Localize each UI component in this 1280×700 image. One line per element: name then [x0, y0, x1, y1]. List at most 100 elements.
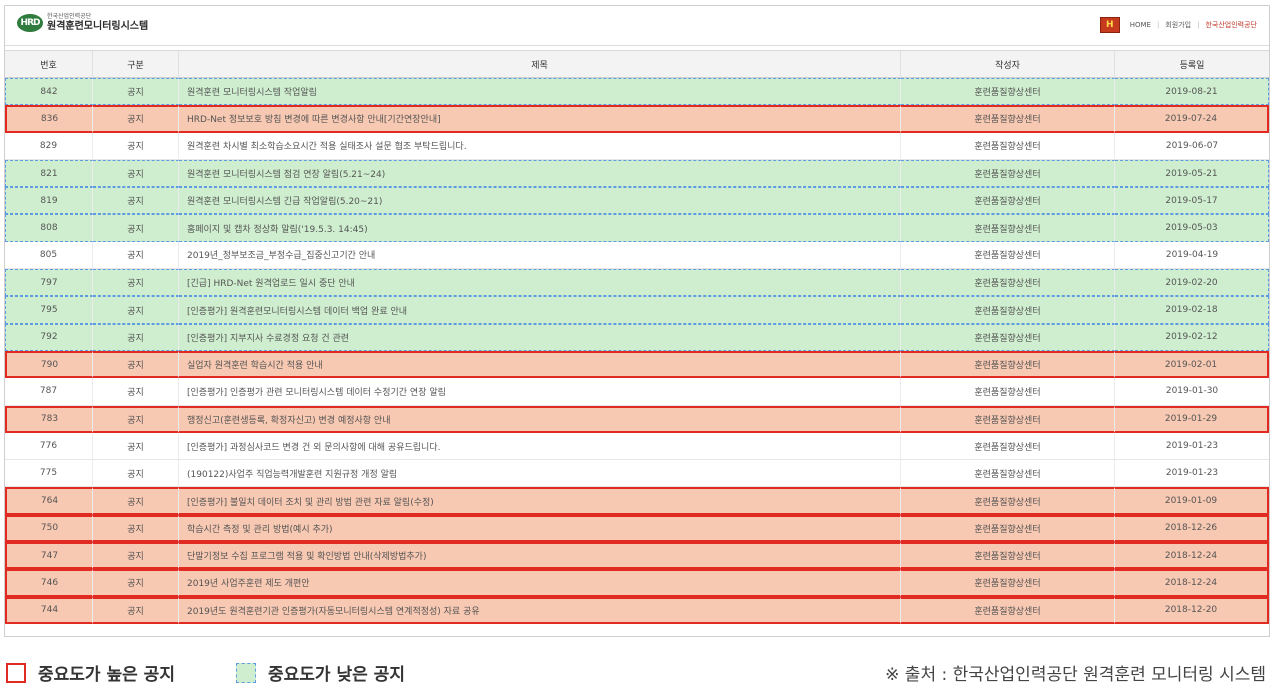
notice-table-body: 842 공지 원격훈련 모니터링시스템 작업알림 훈련품질향상센터 2019-08-21…: [5, 78, 1269, 624]
cell-date: 2019-05-03: [1115, 214, 1269, 242]
screenshot-frame: HRD 한국산업인력공단 원격훈련모니터링시스템 H HOME | 회원가입 |…: [4, 5, 1270, 637]
cell-title[interactable]: 원격훈련 모니터링시스템 작업알림: [179, 78, 901, 106]
cell-number: 795: [5, 296, 93, 324]
column-header-title[interactable]: 제목: [179, 50, 901, 78]
cell-date: 2019-02-20: [1115, 269, 1269, 297]
column-header-author[interactable]: 작성자: [901, 50, 1115, 78]
cell-author: 훈련품질향상센터: [901, 105, 1115, 133]
cell-date: 2019-05-17: [1115, 187, 1269, 215]
table-row[interactable]: 821 공지 원격훈련 모니터링시스템 점검 연장 알림(5.21~24) 훈련품질향…: [5, 159, 1269, 188]
cell-title[interactable]: [인증평가] 지부지사 수료경정 요청 건 관련: [179, 323, 901, 351]
cell-date: 2019-02-12: [1115, 323, 1269, 351]
table-row[interactable]: 792 공지 [인증평가] 지부지사 수료경정 요청 건 관련 훈련품질향상센터 201…: [5, 323, 1269, 351]
table-row[interactable]: 776 공지 [인증평가] 과정심사코드 변경 건 외 문의사항에 대해 공유드립니…: [5, 432, 1269, 461]
cell-title[interactable]: 원격훈련 모니터링시스템 점검 연장 알림(5.21~24): [179, 159, 901, 188]
hrd-badge-icon[interactable]: H: [1099, 17, 1120, 33]
table-header-row: 번호 구분 제목 작성자 등록일: [5, 50, 1269, 78]
table-row[interactable]: 797 공지 [긴급] HRD-Net 원격업로드 일시 중단 안내 훈련품질향상센터…: [5, 269, 1269, 297]
cell-title[interactable]: 2019년 사업주훈련 제도 개편안: [179, 569, 901, 597]
notice-table: 번호 구분 제목 작성자 등록일 842 공지 원격훈련 모니터링시스템 작업알림 훈…: [5, 50, 1269, 624]
cell-author: 훈련품질향상센터: [901, 269, 1115, 297]
cell-title[interactable]: [인증평가] 불일치 데이터 조치 및 관리 방법 관련 자료 알림(수정): [179, 487, 901, 515]
cell-title[interactable]: 2019년_정부보조금_부정수급_집중신고기간 안내: [179, 241, 901, 270]
cell-number: 819: [5, 187, 93, 215]
cell-type: 공지: [93, 105, 179, 133]
home-link[interactable]: HOME: [1130, 21, 1151, 29]
cell-type: 공지: [93, 214, 179, 242]
source-note: ※ 출처 : 한국산업인력공단 원격훈련 모니터링 시스템: [885, 665, 1266, 685]
cell-title[interactable]: [긴급] HRD-Net 원격업로드 일시 중단 안내: [179, 269, 901, 297]
table-row[interactable]: 842 공지 원격훈련 모니터링시스템 작업알림 훈련품질향상센터 2019-08-21: [5, 78, 1269, 106]
cell-title[interactable]: 행정신고(훈련생등록, 확정자신고) 변경 예정사항 안내: [179, 405, 901, 433]
logo-mark-icon: HRD: [17, 14, 43, 32]
column-header-number[interactable]: 번호: [5, 50, 93, 78]
cell-author: 훈련품질향상센터: [901, 596, 1115, 624]
top-links: H HOME | 회원가입 | 한국산업인력공단: [1099, 17, 1257, 33]
table-row[interactable]: 829 공지 원격훈련 차시별 최소학습소요시간 적용 실태조사 설문 협조 부탁드…: [5, 132, 1269, 160]
cell-title[interactable]: HRD-Net 정보보호 방침 변경에 따른 변경사항 안내[기간연장안내]: [179, 105, 901, 133]
cell-title[interactable]: [인증평가] 과정심사코드 변경 건 외 문의사항에 대해 공유드립니다.: [179, 432, 901, 461]
cell-type: 공지: [93, 596, 179, 624]
hrdkorea-link[interactable]: 한국산업인력공단: [1205, 20, 1257, 30]
table-row[interactable]: 805 공지 2019년_정부보조금_부정수급_집중신고기간 안내 훈련품질향상센터 2…: [5, 241, 1269, 270]
cell-date: 2019-01-30: [1115, 378, 1269, 406]
table-row[interactable]: 819 공지 원격훈련 모니터링시스템 긴급 작업알림(5.20~21) 훈련품질향상…: [5, 187, 1269, 215]
column-header-type[interactable]: 구분: [93, 50, 179, 78]
cell-title[interactable]: 원격훈련 모니터링시스템 긴급 작업알림(5.20~21): [179, 187, 901, 215]
table-row[interactable]: 744 공지 2019년도 원격훈련기관 인증평가(자동모니터링시스템 연계적정성)…: [5, 596, 1269, 624]
cell-author: 훈련품질향상센터: [901, 78, 1115, 106]
table-row[interactable]: 808 공지 홈페이지 및 캡차 정상화 알림('19.5.3. 14:45) 훈련품…: [5, 214, 1269, 242]
signup-link[interactable]: 회원가입: [1165, 20, 1191, 30]
cell-type: 공지: [93, 350, 179, 379]
logo-org-name: 한국산업인력공단: [47, 13, 92, 20]
cell-number: 829: [5, 132, 93, 160]
cell-number: 746: [5, 569, 93, 597]
table-row[interactable]: 795 공지 [인증평가] 원격훈련모니터링시스템 데이터 백업 완료 안내 훈련품질…: [5, 296, 1269, 324]
table-row[interactable]: 747 공지 단말기정보 수집 프로그램 적용 및 확인방법 안내(삭제방법추가) 훈…: [5, 542, 1269, 570]
cell-title[interactable]: [인증평가] 원격훈련모니터링시스템 데이터 백업 완료 안내: [179, 296, 901, 324]
table-row[interactable]: 750 공지 학습시간 측정 및 관리 방법(예시 추가) 훈련품질향상센터 2018-…: [5, 514, 1269, 543]
cell-author: 훈련품질향상센터: [901, 159, 1115, 188]
cell-title[interactable]: [인증평가] 인증평가 관련 모니터링시스템 데이터 수정기간 연장 알림: [179, 378, 901, 406]
cell-type: 공지: [93, 378, 179, 406]
table-row[interactable]: 764 공지 [인증평가] 불일치 데이터 조치 및 관리 방법 관련 자료 알림(…: [5, 487, 1269, 515]
cell-date: 2019-08-21: [1115, 78, 1269, 106]
cell-date: 2019-05-21: [1115, 159, 1269, 188]
cell-date: 2019-02-01: [1115, 350, 1269, 379]
cell-title[interactable]: (190122)사업주 직업능력개발훈련 지원규정 개정 알림: [179, 460, 901, 488]
table-row[interactable]: 783 공지 행정신고(훈련생등록, 확정자신고) 변경 예정사항 안내 훈련품질향상…: [5, 405, 1269, 433]
legend: 중요도가 높은 공지 중요도가 낮은 공지 ※ 출처 : 한국산업인력공단 원격…: [0, 652, 1280, 692]
cell-author: 훈련품질향상센터: [901, 214, 1115, 242]
cell-date: 2019-01-09: [1115, 487, 1269, 515]
cell-number: 783: [5, 405, 93, 433]
cell-title[interactable]: 2019년도 원격훈련기관 인증평가(자동모니터링시스템 연계적정성) 자료 공…: [179, 596, 901, 624]
cell-type: 공지: [93, 269, 179, 297]
table-row[interactable]: 787 공지 [인증평가] 인증평가 관련 모니터링시스템 데이터 수정기간 연장 …: [5, 378, 1269, 406]
cell-title[interactable]: 단말기정보 수집 프로그램 적용 및 확인방법 안내(삭제방법추가): [179, 542, 901, 570]
cell-number: 821: [5, 159, 93, 188]
cell-title[interactable]: 홈페이지 및 캡차 정상화 알림('19.5.3. 14:45): [179, 214, 901, 242]
cell-author: 훈련품질향상센터: [901, 569, 1115, 597]
table-row[interactable]: 836 공지 HRD-Net 정보보호 방침 변경에 따른 변경사항 안내[기간연장…: [5, 105, 1269, 133]
column-header-date[interactable]: 등록일: [1115, 50, 1269, 78]
cell-author: 훈련품질향상센터: [901, 241, 1115, 270]
table-row[interactable]: 790 공지 실업자 원격훈련 학습시간 적용 안내 훈련품질향상센터 2019-02-…: [5, 350, 1269, 379]
cell-type: 공지: [93, 569, 179, 597]
cell-title[interactable]: 학습시간 측정 및 관리 방법(예시 추가): [179, 514, 901, 543]
cell-author: 훈련품질향상센터: [901, 296, 1115, 324]
table-row[interactable]: 775 공지 (190122)사업주 직업능력개발훈련 지원규정 개정 알림 훈련품질…: [5, 460, 1269, 488]
table-row[interactable]: 746 공지 2019년 사업주훈련 제도 개편안 훈련품질향상센터 2018-12-2…: [5, 569, 1269, 597]
cell-type: 공지: [93, 487, 179, 515]
cell-type: 공지: [93, 187, 179, 215]
site-logo[interactable]: HRD 한국산업인력공단 원격훈련모니터링시스템: [17, 14, 148, 32]
cell-title[interactable]: 실업자 원격훈련 학습시간 적용 안내: [179, 350, 901, 379]
cell-author: 훈련품질향상센터: [901, 350, 1115, 379]
cell-author: 훈련품질향상센터: [901, 460, 1115, 488]
cell-date: 2018-12-20: [1115, 596, 1269, 624]
cell-number: 747: [5, 542, 93, 570]
cell-title[interactable]: 원격훈련 차시별 최소학습소요시간 적용 실태조사 설문 협조 부탁드립니다.: [179, 132, 901, 160]
cell-number: 808: [5, 214, 93, 242]
cell-author: 훈련품질향상센터: [901, 132, 1115, 160]
cell-date: 2018-12-24: [1115, 542, 1269, 570]
cell-type: 공지: [93, 405, 179, 433]
